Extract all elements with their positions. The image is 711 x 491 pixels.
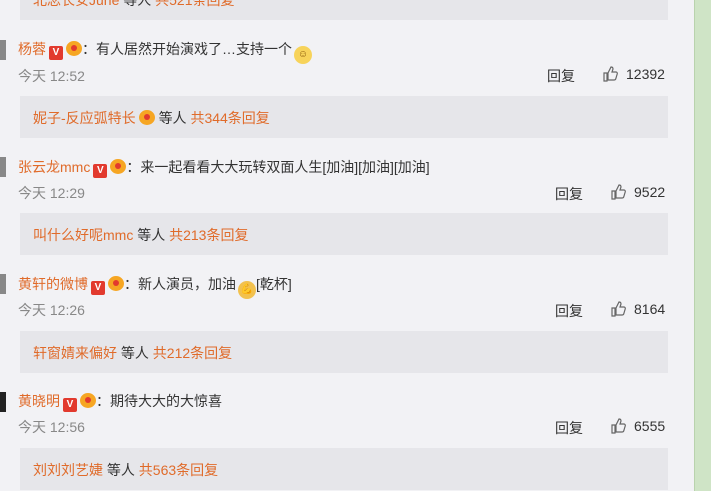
reply-summary[interactable]: 轩窗婧来偏好 等人 共212条回复 bbox=[20, 331, 668, 373]
avatar[interactable] bbox=[0, 157, 6, 177]
reply-user-link[interactable]: 北念长安June bbox=[33, 0, 119, 8]
like-count: 9522 bbox=[634, 184, 666, 200]
like-button[interactable]: 9522 bbox=[610, 184, 665, 200]
reply-user-link[interactable]: 刘刘刘艺婕 bbox=[33, 462, 103, 478]
comment-text-line: 张云龙mmc V ：来一起看看大大玩转双面人生[加油][加油][加油] bbox=[18, 157, 430, 178]
like-count: 8164 bbox=[634, 301, 666, 317]
thumbs-up-icon bbox=[611, 184, 626, 200]
reply-mid-text: 等人 bbox=[137, 227, 166, 243]
reply-summary[interactable]: 妮子-反应弧特长 等人 共344条回复 bbox=[20, 96, 668, 138]
reply-user-link[interactable]: 轩窗婧来偏好 bbox=[33, 345, 117, 361]
reply-count-link[interactable]: 共521条回复 bbox=[155, 0, 234, 8]
reply-count-link[interactable]: 共213条回复 bbox=[169, 227, 248, 243]
thumbs-up-icon bbox=[611, 418, 626, 434]
comment-list: 北念长安June 等人 共521条回复 杨蓉 V ：有人居然开始演戏了…支持一个 ☺ … bbox=[0, 0, 694, 491]
muscle-emoji-icon: 💪 bbox=[238, 281, 256, 299]
reply-count-link[interactable]: 共212条回复 bbox=[153, 345, 232, 361]
fan-badge-icon bbox=[80, 393, 96, 408]
reply-mid-text: 等人 bbox=[120, 345, 149, 361]
comment-text: ：新人演员，加油 bbox=[124, 276, 236, 292]
thumbs-up-icon bbox=[611, 301, 626, 317]
comment-user-link[interactable]: 张云龙mmc bbox=[18, 159, 90, 175]
reply-summary[interactable]: 北念长安June 等人 共521条回复 bbox=[20, 0, 668, 20]
comment-time: 今天 12:26 bbox=[18, 302, 85, 318]
like-button[interactable]: 8164 bbox=[610, 301, 665, 317]
comment-text-line: 黄晓明 V ：期待大大的大惊喜 bbox=[18, 391, 222, 412]
smile-emoji-icon: ☺ bbox=[294, 46, 312, 64]
comment-user-link[interactable]: 黄轩的微博 bbox=[18, 276, 88, 292]
like-count: 12392 bbox=[626, 66, 665, 82]
like-count: 6555 bbox=[634, 418, 666, 434]
reply-summary[interactable]: 叫什么好呢mmc 等人 共213条回复 bbox=[20, 213, 668, 255]
fan-badge-icon bbox=[138, 110, 155, 125]
reply-summary[interactable]: 刘刘刘艺婕 等人 共563条回复 bbox=[20, 448, 668, 490]
verified-icon: V bbox=[93, 164, 108, 178]
reply-count-link[interactable]: 共563条回复 bbox=[139, 462, 218, 478]
comment-user-link[interactable]: 杨蓉 bbox=[18, 41, 46, 57]
thumbs-up-icon bbox=[603, 66, 618, 82]
comment-text: ：期待大大的大惊喜 bbox=[96, 393, 222, 409]
reply-button[interactable]: 回复 bbox=[555, 418, 583, 438]
avatar[interactable] bbox=[0, 40, 6, 60]
like-button[interactable]: 6555 bbox=[610, 418, 665, 434]
reply-user-link[interactable]: 叫什么好呢mmc bbox=[33, 227, 133, 243]
reply-mid-text: 等人 bbox=[123, 0, 152, 8]
avatar[interactable] bbox=[0, 392, 6, 412]
verified-icon: V bbox=[91, 281, 105, 295]
page-side-rail bbox=[694, 0, 711, 491]
comment-text: ：有人居然开始演戏了…支持一个 bbox=[82, 41, 292, 57]
like-button[interactable]: 12392 bbox=[602, 66, 665, 82]
comment-text: ：来一起看看大大玩转双面人生[加油][加油][加油] bbox=[126, 159, 430, 175]
comment-text-line: 黄轩的微博 V ：新人演员，加油 💪 [乾杯] bbox=[18, 274, 292, 299]
reply-button[interactable]: 回复 bbox=[555, 301, 583, 321]
reply-mid-text: 等人 bbox=[158, 110, 187, 126]
comment-user-link[interactable]: 黄晓明 bbox=[18, 393, 60, 409]
comment-text-after-emoji: [乾杯] bbox=[256, 276, 292, 292]
comment-text-line: 杨蓉 V ：有人居然开始演戏了…支持一个 ☺ bbox=[18, 39, 312, 64]
fan-badge-icon bbox=[66, 41, 82, 56]
fan-badge-icon bbox=[110, 159, 127, 174]
fan-badge-icon bbox=[108, 276, 124, 291]
avatar[interactable] bbox=[0, 274, 6, 294]
verified-icon: V bbox=[49, 46, 63, 60]
reply-button[interactable]: 回复 bbox=[547, 66, 575, 86]
reply-count-link[interactable]: 共344条回复 bbox=[190, 110, 269, 126]
comment-time: 今天 12:52 bbox=[18, 68, 85, 84]
reply-user-link[interactable]: 妮子-反应弧特长 bbox=[33, 110, 136, 126]
comment-time: 今天 12:29 bbox=[18, 185, 85, 201]
comment-time: 今天 12:56 bbox=[18, 419, 85, 435]
verified-icon: V bbox=[63, 398, 77, 412]
reply-mid-text: 等人 bbox=[106, 462, 135, 478]
reply-button[interactable]: 回复 bbox=[555, 184, 583, 204]
